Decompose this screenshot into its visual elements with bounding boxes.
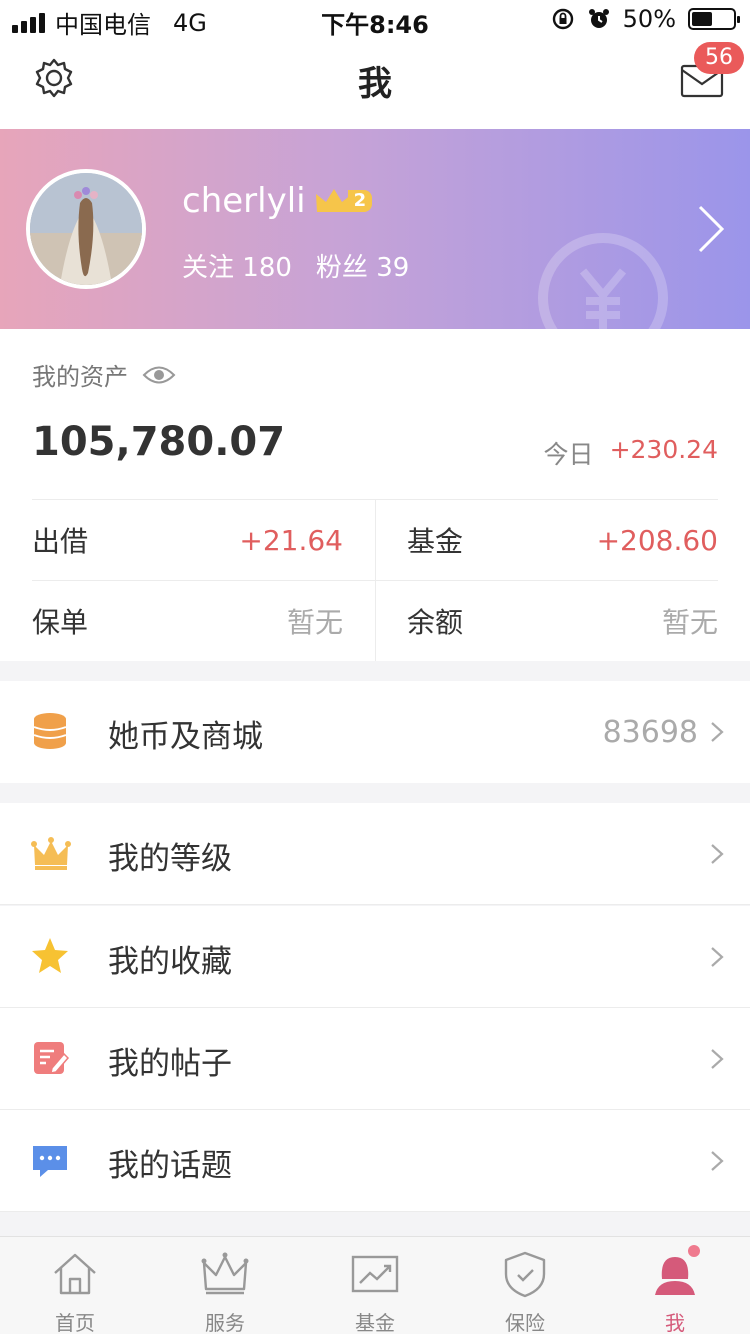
asset-grid: 出借 +21.64 基金 +208.60 保单 暂无 余额 暂无: [32, 499, 718, 661]
asset-item-lending[interactable]: 出借 +21.64: [32, 500, 375, 580]
page-title: 我: [358, 64, 392, 104]
tab-label: 基金: [355, 1311, 395, 1334]
tab-label: 首页: [55, 1311, 95, 1334]
asset-item-label: 出借: [32, 525, 89, 558]
tab-me[interactable]: 我: [600, 1237, 750, 1334]
tab-fund[interactable]: 基金: [300, 1237, 450, 1334]
menu-item-level[interactable]: 我的等级: [0, 803, 750, 905]
today-label: 今日: [543, 440, 594, 469]
menu-item-label: 我的等级: [108, 841, 232, 877]
tab-bar: 首页 服务 基金 保险 我: [0, 1236, 750, 1334]
status-bar: 中国电信 4G 下午8:46 50%: [0, 0, 750, 40]
fans-count: 39: [376, 253, 410, 283]
tab-label: 保险: [505, 1311, 545, 1334]
crown-outline-icon: [201, 1252, 249, 1295]
chevron-right-icon: [711, 1151, 724, 1171]
app-root: 中国电信 4G 下午8:46 50% 我 56 cherlyli 2 关注 18…: [0, 0, 750, 1334]
battery-fill: [692, 12, 712, 26]
today-change: 今日 +230.24: [544, 435, 718, 471]
chart-icon: [351, 1255, 399, 1293]
asset-item-label: 余额: [407, 606, 464, 639]
following-count: 180: [242, 253, 292, 283]
chevron-right-icon: [711, 1049, 724, 1069]
chevron-right-icon: [711, 722, 724, 742]
asset-item-balance[interactable]: 余额 暂无: [375, 581, 718, 661]
tab-home[interactable]: 首页: [0, 1237, 150, 1334]
battery-percent: 50%: [622, 5, 676, 33]
asset-item-value: 暂无: [661, 606, 718, 639]
asset-item-value: 暂无: [286, 606, 343, 639]
fans-label: 粉丝: [315, 253, 368, 283]
following-stat[interactable]: 关注 180: [182, 247, 292, 284]
chevron-right-icon[interactable]: [696, 203, 726, 255]
tab-insurance[interactable]: 保险: [450, 1237, 600, 1334]
today-value: +230.24: [609, 435, 718, 464]
eye-icon[interactable]: [142, 364, 176, 386]
assets-header: 我的资产: [32, 357, 176, 392]
fans-stat[interactable]: 粉丝 39: [316, 247, 409, 284]
tab-label: 服务: [205, 1311, 245, 1334]
username-row: cherlyli 2: [182, 181, 373, 221]
assets-label: 我的资产: [32, 363, 128, 391]
coin-stack-icon: [33, 713, 67, 749]
star-icon: [32, 938, 68, 973]
home-icon: [54, 1253, 96, 1295]
coin-mall-row[interactable]: 她币及商城 83698: [0, 681, 750, 783]
shield-icon: [504, 1251, 546, 1298]
following-label: 关注: [182, 253, 235, 283]
menu-item-posts[interactable]: 我的帖子: [0, 1008, 750, 1110]
assets-total: 105,780.07: [32, 419, 286, 465]
level-badge: 2: [314, 186, 373, 216]
avatar[interactable]: [26, 169, 146, 289]
crown-icon: [31, 837, 71, 870]
coin-balance: 83698: [602, 715, 698, 750]
status-right: 50%: [551, 5, 740, 33]
menu-item-label: 我的话题: [108, 1148, 232, 1184]
profile-banner[interactable]: cherlyli 2 关注 180 粉丝 39: [0, 129, 750, 329]
menu-item-label: 我的帖子: [108, 1046, 232, 1082]
row-divider: [0, 904, 750, 905]
yuan-coin-decoration: [538, 233, 668, 329]
notification-dot: [688, 1245, 700, 1257]
asset-item-value: +21.64: [239, 523, 343, 557]
menu-item-label: 我的收藏: [108, 944, 232, 980]
coin-mall-label: 她币及商城: [108, 719, 263, 755]
tab-label: 我: [665, 1311, 685, 1334]
asset-item-value: +208.60: [596, 523, 718, 557]
chevron-right-icon: [711, 844, 724, 864]
avatar-image: [30, 173, 142, 285]
follow-stats: 关注 180 粉丝 39: [182, 247, 409, 284]
level-number: 2: [347, 190, 373, 212]
nav-bar: 我 56: [0, 40, 750, 129]
username: cherlyli: [182, 181, 306, 221]
assets-card: 我的资产 105,780.07 今日 +230.24 出借 +21.64 基金 …: [0, 329, 750, 661]
asset-item-label: 保单: [32, 606, 89, 639]
battery-icon: [688, 8, 740, 30]
tab-services[interactable]: 服务: [150, 1237, 300, 1334]
chevron-right-icon: [711, 947, 724, 967]
edit-note-icon: [34, 1042, 70, 1074]
menu-item-topics[interactable]: 我的话题: [0, 1110, 750, 1212]
asset-item-policy[interactable]: 保单 暂无: [32, 581, 375, 661]
asset-item-fund[interactable]: 基金 +208.60: [375, 500, 718, 580]
menu-item-favorites[interactable]: 我的收藏: [0, 906, 750, 1008]
message-badge: 56: [694, 42, 744, 74]
alarm-icon: [588, 9, 609, 28]
rotation-lock-icon: [552, 8, 573, 30]
chat-bubble-icon: [33, 1146, 67, 1177]
asset-item-label: 基金: [407, 525, 464, 558]
row-divider: [0, 1211, 750, 1212]
